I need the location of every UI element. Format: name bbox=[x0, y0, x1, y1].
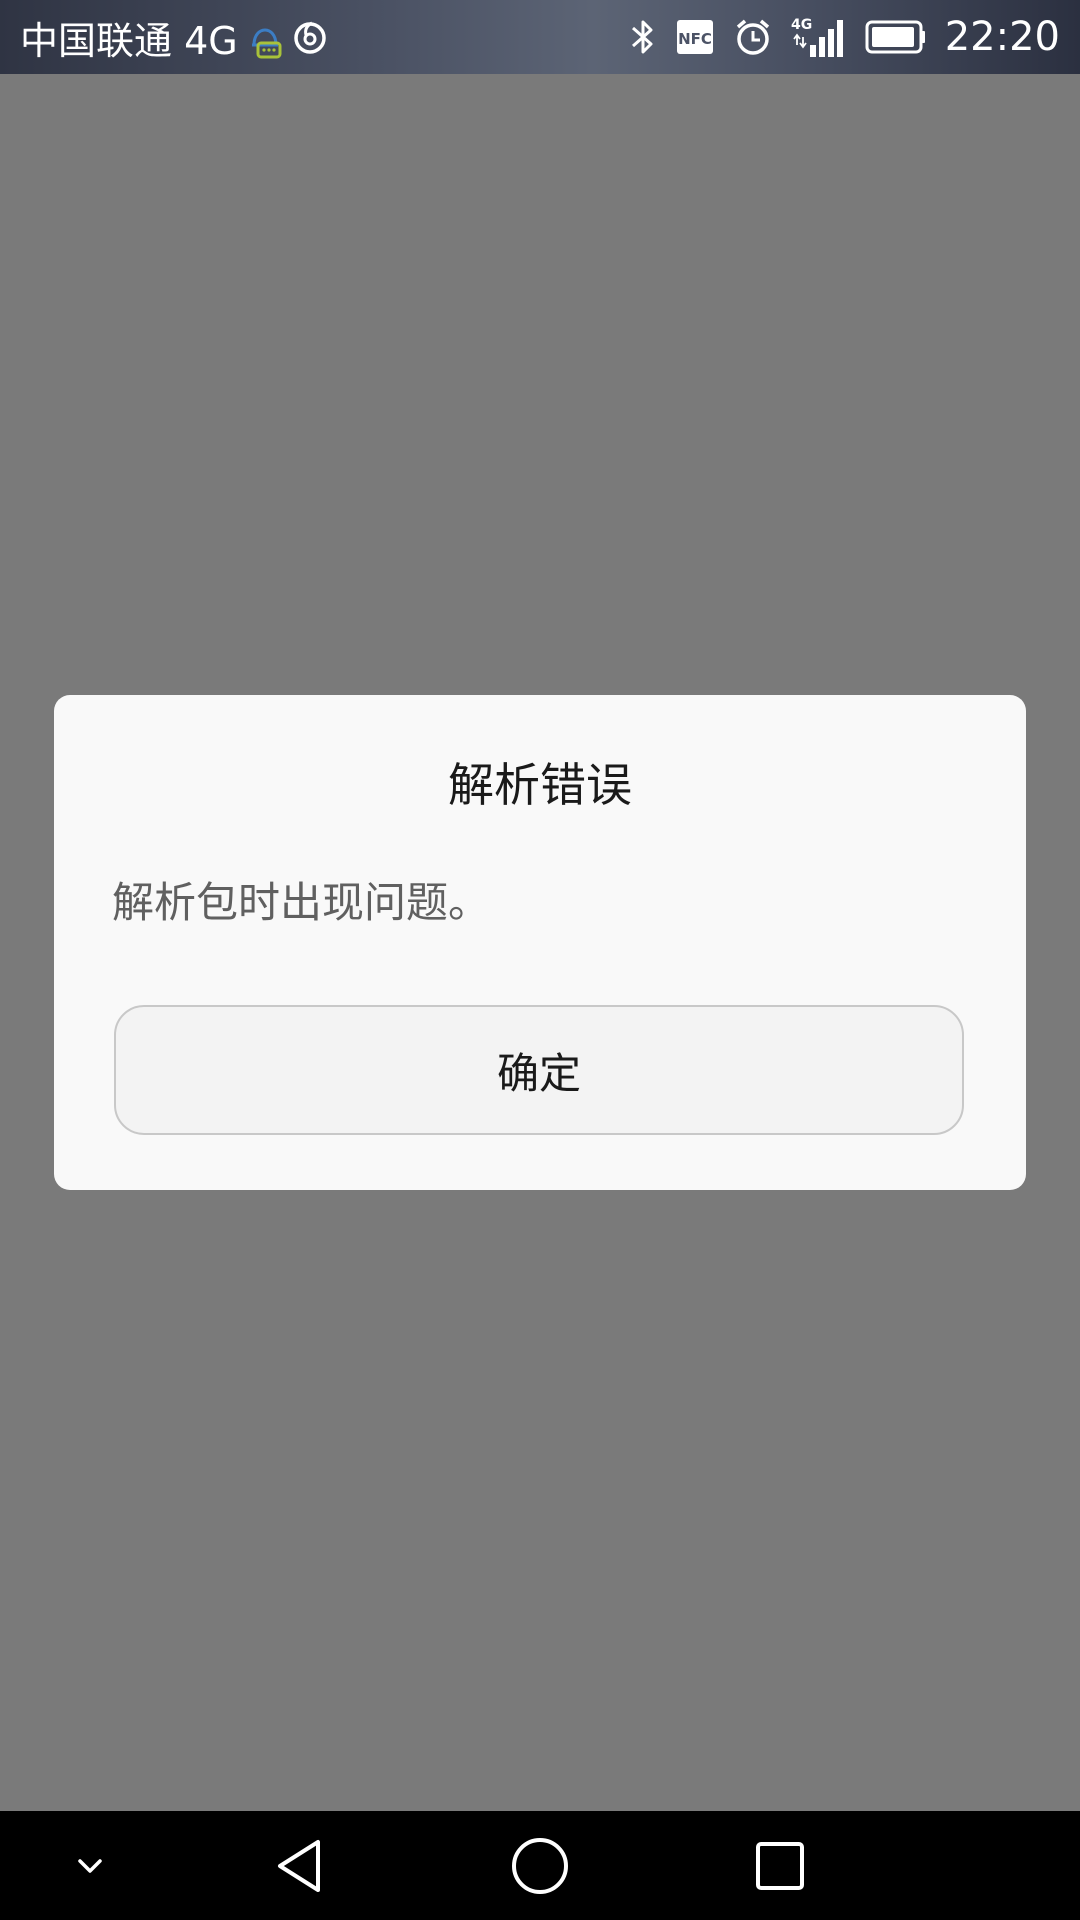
status-right: NFC 4G 22:20 bbox=[629, 0, 1060, 74]
parse-error-dialog: 解析错误 解析包时出现问题。 确定 bbox=[54, 695, 1026, 1190]
navigation-bar bbox=[0, 1811, 1080, 1920]
home-icon[interactable] bbox=[490, 1811, 590, 1920]
bluetooth-icon bbox=[629, 17, 657, 57]
status-bar: 中国联通 4G NFC 4G 22:20 bbox=[0, 0, 1080, 74]
clock: 22:20 bbox=[944, 14, 1060, 60]
netease-music-icon bbox=[292, 19, 328, 55]
dialog-title: 解析错误 bbox=[448, 758, 632, 812]
chat-notification-icon bbox=[248, 15, 282, 59]
recents-icon[interactable] bbox=[730, 1811, 830, 1920]
signal-4g-text: 4G bbox=[791, 17, 812, 33]
signal-icon: 4G bbox=[791, 15, 847, 59]
back-icon[interactable] bbox=[250, 1811, 350, 1920]
carrier-label: 中国联通 4G bbox=[20, 18, 238, 63]
collapse-chevron-icon[interactable] bbox=[40, 1811, 140, 1920]
nfc-text: NFC bbox=[678, 30, 712, 48]
status-left: 中国联通 4G bbox=[20, 0, 328, 74]
dialog-message: 解析包时出现问题。 bbox=[112, 878, 491, 927]
nfc-icon: NFC bbox=[675, 17, 715, 57]
alarm-icon bbox=[733, 17, 773, 57]
battery-icon bbox=[865, 19, 927, 55]
ok-button-label: 确定 bbox=[496, 1048, 581, 1098]
ok-button[interactable]: 确定 bbox=[114, 1005, 964, 1135]
